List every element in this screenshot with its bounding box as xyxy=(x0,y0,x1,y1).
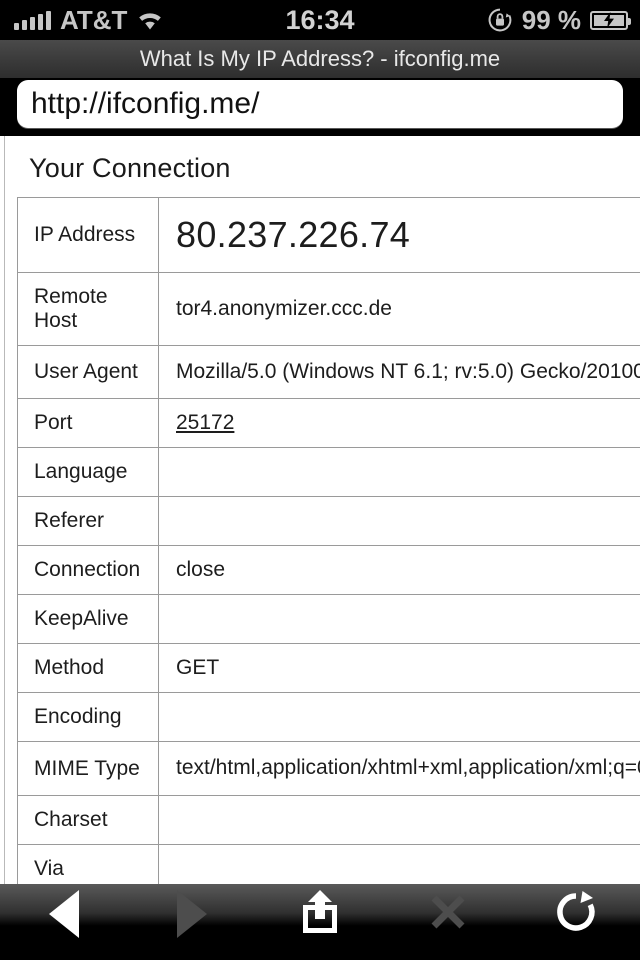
url-bar-container: http://ifconfig.me/ xyxy=(0,78,640,136)
table-row: Language xyxy=(17,447,640,498)
table-row-key: Encoding xyxy=(17,692,159,743)
table-row-value: text/html,application/xhtml+xml,applicat… xyxy=(158,741,640,796)
share-button[interactable] xyxy=(256,884,384,944)
table-row-value[interactable]: 25172 xyxy=(158,398,640,449)
table-row: Port 25172 xyxy=(17,398,640,449)
table-row: MIME Type text/html,application/xhtml+xml… xyxy=(17,741,640,796)
table-row-value: 80.237.226.74 xyxy=(158,197,640,273)
rotation-lock-icon xyxy=(487,7,513,33)
table-row-value xyxy=(158,594,640,645)
table-row-key: User Agent xyxy=(17,344,159,400)
table-row-key: Language xyxy=(17,447,159,498)
web-page-viewport[interactable]: Your Connection IP Address 80.237.226.74 R… xyxy=(0,136,640,884)
reload-icon xyxy=(554,890,598,939)
table-row-value: GET xyxy=(158,643,640,694)
table-row-value xyxy=(158,794,640,845)
table-row-value xyxy=(158,496,640,547)
status-bar: AT&T 16:34 99 % xyxy=(0,0,640,40)
table-row: User Agent Mozilla/5.0 (Windows NT 6.1; r… xyxy=(17,344,640,400)
url-input[interactable]: http://ifconfig.me/ xyxy=(17,80,623,128)
table-row-key: Referer xyxy=(17,496,159,547)
phone-screen: AT&T 16:34 99 % What Is My IP Address? -… xyxy=(0,0,640,960)
table-row: KeepAlive xyxy=(17,594,640,645)
table-row: IP Address 80.237.226.74 xyxy=(17,197,640,273)
page-title: What Is My IP Address? - ifconfig.me xyxy=(139,46,501,71)
table-row-key: Method xyxy=(17,643,159,694)
battery-charging-icon xyxy=(590,10,631,30)
table-row-key: Port xyxy=(17,398,159,449)
close-button xyxy=(384,884,512,944)
web-page-content: Your Connection IP Address 80.237.226.74 R… xyxy=(0,136,640,884)
battery-percent-label: 99 % xyxy=(521,4,581,35)
table-row: Remote Host tor4.anonymizer.ccc.de xyxy=(17,272,640,346)
table-row-key: MIME Type xyxy=(17,741,159,796)
table-row-value: tor4.anonymizer.ccc.de xyxy=(158,272,640,346)
forward-button xyxy=(128,884,256,944)
table-row-value: close xyxy=(158,545,640,596)
port-link[interactable]: 25172 xyxy=(176,411,234,434)
table-row-key: Connection xyxy=(17,545,159,596)
share-icon xyxy=(297,889,343,940)
table-row-value xyxy=(158,692,640,743)
browser-toolbar xyxy=(0,884,640,960)
table-row-key: Remote Host xyxy=(17,272,159,346)
connection-table: IP Address 80.237.226.74 Remote Host tor4.a… xyxy=(17,197,640,884)
table-row: Referer xyxy=(17,496,640,547)
reload-button[interactable] xyxy=(512,884,640,944)
back-triangle-icon xyxy=(49,890,79,938)
table-row: Encoding xyxy=(17,692,640,743)
table-row-key: IP Address xyxy=(17,197,159,273)
table-row-value xyxy=(158,843,640,884)
status-bar-right: 99 % xyxy=(487,0,631,40)
url-text: http://ifconfig.me/ xyxy=(31,87,260,120)
close-x-icon xyxy=(426,890,470,939)
table-row: Charset xyxy=(17,794,640,845)
browser-title-bar: What Is My IP Address? - ifconfig.me xyxy=(0,40,640,78)
table-row: Connection close xyxy=(17,545,640,596)
table-row-value: Mozilla/5.0 (Windows NT 6.1; rv:5.0) Gec… xyxy=(158,344,640,400)
page-heading: Your Connection xyxy=(29,153,231,183)
forward-triangle-icon xyxy=(177,890,207,938)
table-row-value xyxy=(158,447,640,498)
table-row: Method GET xyxy=(17,643,640,694)
table-row-key: KeepAlive xyxy=(17,594,159,645)
table-row: Via xyxy=(17,843,640,884)
table-row-key: Via xyxy=(17,843,159,884)
table-row-key: Charset xyxy=(17,794,159,845)
clock-label: 16:34 xyxy=(285,4,355,35)
back-button[interactable] xyxy=(0,884,128,944)
